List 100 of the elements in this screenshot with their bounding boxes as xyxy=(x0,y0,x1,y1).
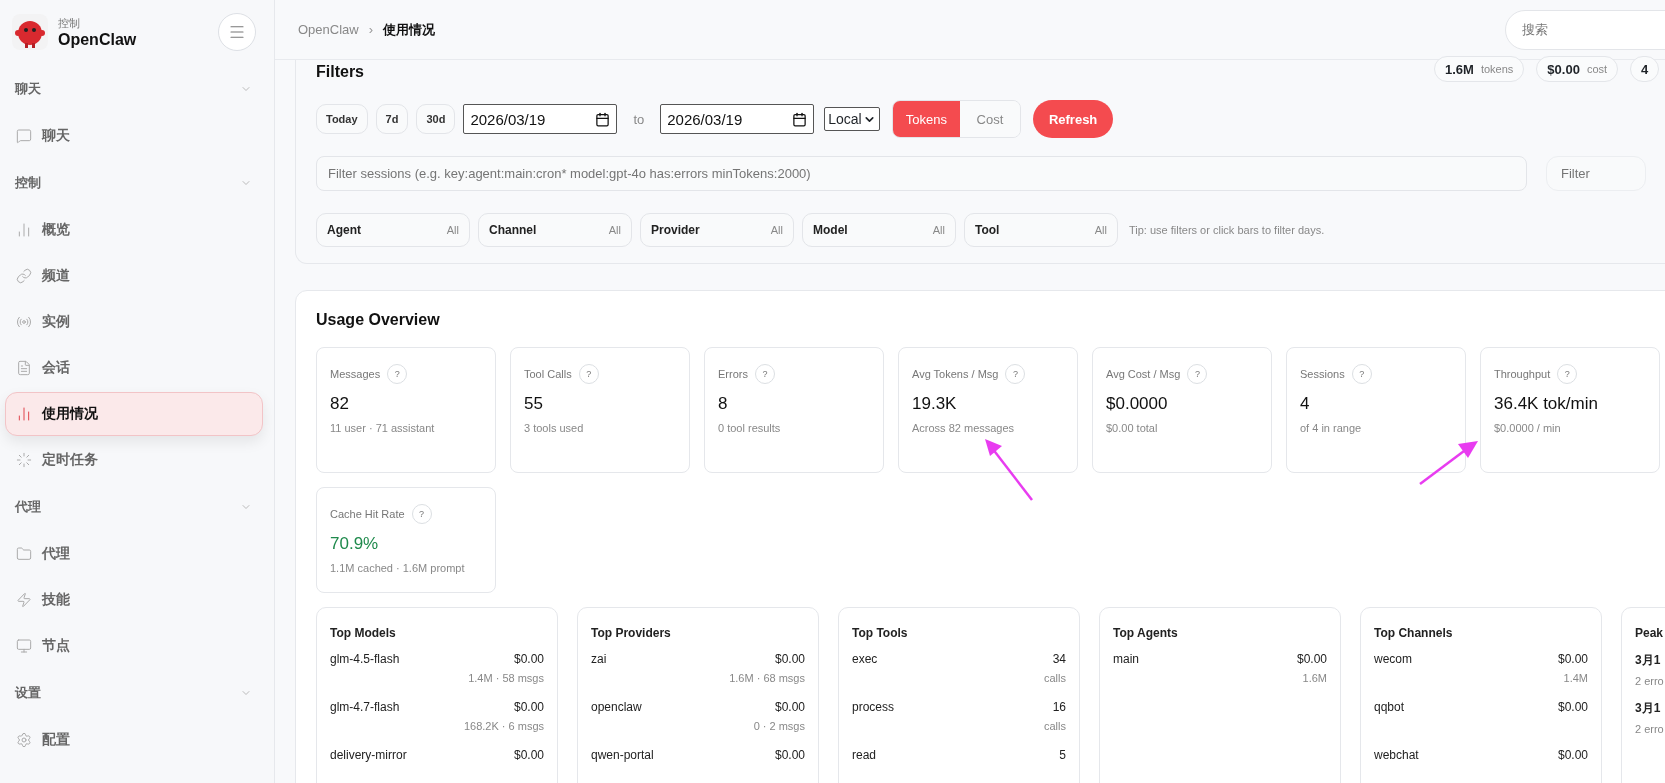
list-value: $0.00 xyxy=(774,748,805,762)
tip-text: Tip: use filters or click bars to filter days. xyxy=(1129,224,1325,236)
list-value: $0.00 xyxy=(1557,700,1588,714)
list-value: $0.00 xyxy=(774,652,805,666)
metric-label: Avg Cost / Msg xyxy=(1106,368,1181,380)
metric-detail: 0 tool results xyxy=(718,422,782,434)
card-title: Top Agents xyxy=(1113,626,1179,640)
mode-tab[interactable]: Tokens xyxy=(892,101,960,137)
brand-name: OpenClaw xyxy=(58,30,138,49)
list-value: $0.00 xyxy=(774,700,805,714)
stat-pill: 1.6M tokens xyxy=(1434,56,1525,82)
link-icon xyxy=(16,268,32,284)
date-field[interactable]: 2026/03/19 xyxy=(463,104,618,134)
metric-label: Avg Tokens / Msg xyxy=(912,368,999,380)
card-title: Top Channels xyxy=(1374,626,1454,640)
refresh-button[interactable]: Refresh xyxy=(1032,100,1114,138)
stat-pill: $0.00 cost xyxy=(1536,56,1619,82)
metric-label: Cache Hit Rate xyxy=(330,508,405,520)
filter-dropdown[interactable]: Agent All xyxy=(316,213,470,247)
list-value: $0.00 xyxy=(513,700,544,714)
broadcast-icon xyxy=(16,314,32,330)
metric-label: Errors xyxy=(718,368,748,380)
card-title: Top Tools xyxy=(852,626,909,640)
settings-icon xyxy=(16,732,32,748)
metric-label: Sessions xyxy=(1300,368,1345,380)
metric-detail: 1.1M cached · 1.6M prompt xyxy=(330,562,466,574)
filter-dropdown[interactable]: Model All xyxy=(802,213,956,247)
metric-value: 70.9% xyxy=(330,534,380,554)
metric-label: Tool Calls xyxy=(524,368,572,380)
timezone-select[interactable]: Local xyxy=(824,107,880,131)
session-filter-field[interactable]: Filter sessions (e.g. key:agent:main:cron* model:gpt-4o has:errors minTokens:2000) xyxy=(316,156,1527,191)
metric-detail: $0.0000 / min xyxy=(1494,422,1562,434)
to-label: to xyxy=(633,111,645,127)
metric-value: 82 xyxy=(330,394,350,414)
list-name: delivery-mirror xyxy=(330,748,407,762)
nav-item[interactable]: 会话 xyxy=(5,346,263,390)
list-detail: 1.6M xyxy=(1302,672,1327,684)
nav-item[interactable]: 定时任务 xyxy=(5,438,263,482)
list-detail: 1.4M xyxy=(1563,672,1588,684)
menu-button[interactable] xyxy=(218,13,256,51)
list-name: glm-4.5-flash xyxy=(330,652,400,666)
monitor-icon xyxy=(16,638,32,654)
list-value: $0.00 xyxy=(1557,652,1588,666)
list-detail: 1.6M · 68 msgs xyxy=(729,672,805,684)
list-name: exec xyxy=(852,652,878,666)
metric-value: 19.3K xyxy=(912,394,958,414)
filter-dropdown[interactable]: Channel All xyxy=(478,213,632,247)
bar-chart-icon xyxy=(16,406,32,422)
nav-item[interactable]: 概览 xyxy=(5,208,263,252)
nav-group-label: 控制 xyxy=(15,174,41,192)
metric-label: Messages xyxy=(330,368,381,380)
range-button[interactable]: 30d xyxy=(416,104,456,134)
card-title: Top Models xyxy=(330,626,397,640)
peak-date: 3月1 xyxy=(1635,652,1662,669)
calendar-icon[interactable] xyxy=(792,111,808,127)
list-detail: 1.4M · 58 msgs xyxy=(468,672,544,684)
nav-item[interactable]: 技能 xyxy=(5,578,263,622)
calendar-icon[interactable] xyxy=(595,111,611,127)
logo-icon xyxy=(12,14,48,50)
loader-icon xyxy=(16,452,32,468)
card-title: Peak xyxy=(1635,626,1665,640)
annotation-arrow xyxy=(1419,441,1478,485)
chat-bubble-icon xyxy=(16,128,32,144)
filter-field[interactable]: Filter xyxy=(1546,156,1646,191)
metric-value: 36.4K tok/min xyxy=(1494,394,1599,414)
nav-item[interactable]: 聊天 xyxy=(5,114,263,158)
nav-item[interactable]: 代理 xyxy=(5,532,263,576)
lightning-icon xyxy=(16,592,32,608)
list-value: 5 xyxy=(1059,748,1066,762)
list-value: $0.00 xyxy=(1296,652,1327,666)
metric-detail: 11 user · 71 assistant xyxy=(330,422,436,434)
annotation-arrow xyxy=(985,439,1033,501)
search-field[interactable]: 搜索 xyxy=(1505,9,1665,50)
brand-subtitle: 控制 xyxy=(58,15,81,31)
nav-item[interactable]: 配置 xyxy=(5,718,263,762)
nav-group-label: 聊天 xyxy=(15,80,41,98)
metric-detail: Across 82 messages xyxy=(912,422,1016,434)
nav-item[interactable]: 使用情况 xyxy=(5,392,263,436)
list-name: wecom xyxy=(1374,652,1412,666)
list-name: read xyxy=(852,748,877,762)
list-name: glm-4.7-flash xyxy=(330,700,400,714)
list-value: 34 xyxy=(1052,652,1066,666)
bar-chart-icon xyxy=(16,222,32,238)
list-detail: 168.2K · 6 msgs xyxy=(463,720,544,732)
nav-item[interactable]: 节点 xyxy=(5,624,263,668)
peak-date: 3月1 xyxy=(1635,700,1662,717)
list-name: webchat xyxy=(1374,748,1419,762)
range-button[interactable]: 7d xyxy=(375,104,409,134)
nav-item[interactable]: 频道 xyxy=(5,254,263,298)
filter-dropdown[interactable]: Provider All xyxy=(640,213,794,247)
list-name: qwen-portal xyxy=(591,748,654,762)
peak-detail: 2 erro xyxy=(1635,723,1665,735)
list-value: $0.00 xyxy=(513,748,544,762)
date-field[interactable]: 2026/03/19 xyxy=(660,104,815,134)
filter-dropdown[interactable]: Tool All xyxy=(964,213,1118,247)
list-detail: calls xyxy=(1044,720,1066,732)
nav-item[interactable]: 实例 xyxy=(5,300,263,344)
breadcrumb-item[interactable]: OpenClaw xyxy=(298,22,359,37)
metric-label: Throughput xyxy=(1494,368,1551,380)
range-button[interactable]: Today xyxy=(316,104,368,134)
